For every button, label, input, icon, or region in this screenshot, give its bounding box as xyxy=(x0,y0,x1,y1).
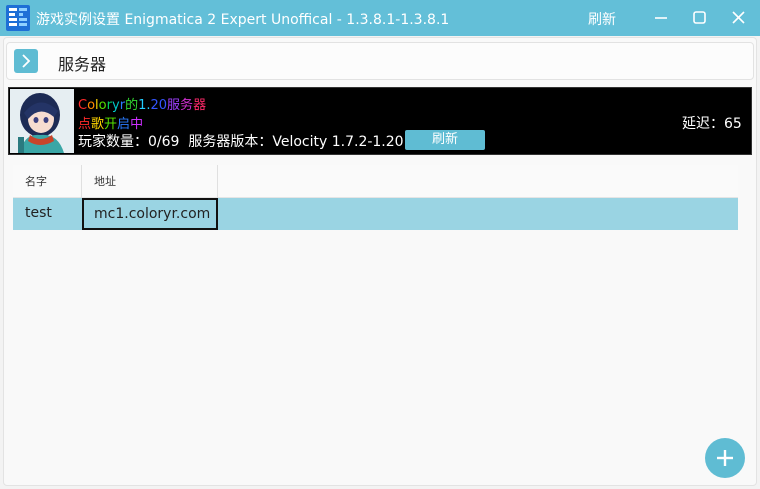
players-label: 玩家数量： xyxy=(78,134,148,150)
add-server-button[interactable] xyxy=(705,438,745,478)
motd-line1-segment: y xyxy=(112,98,120,113)
column-divider[interactable] xyxy=(217,165,218,198)
motd-line2-segment: 开 xyxy=(104,117,118,132)
server-refresh-button[interactable]: 刷新 xyxy=(405,130,485,150)
motd-line2-segment: 启 xyxy=(117,117,131,132)
titlebar-refresh-button[interactable]: 刷新 xyxy=(588,9,616,29)
server-avatar xyxy=(10,89,74,153)
plus-icon xyxy=(717,450,733,466)
chevron-right-icon[interactable] xyxy=(14,49,38,73)
minimize-icon[interactable] xyxy=(650,8,672,28)
close-icon[interactable] xyxy=(728,8,750,28)
version-label: 服务器版本： xyxy=(188,134,273,150)
motd-line2-segment: 点 xyxy=(78,117,92,132)
motd-line1-segment: o xyxy=(87,98,96,113)
motd-line1-segment: 20 xyxy=(150,98,168,113)
motd-line1-segment: o xyxy=(98,98,107,113)
latency-label: 延迟： xyxy=(682,116,724,132)
motd-line1-segment: 服 xyxy=(167,98,181,113)
column-header-address[interactable]: 地址 xyxy=(94,165,116,198)
motd-line1-segment: 务 xyxy=(180,98,194,113)
table-header: 名字 地址 xyxy=(13,165,738,198)
page-title: 服务器 xyxy=(58,55,107,74)
motd-line1-segment: 1. xyxy=(138,98,151,113)
version-value: Velocity 1.7.2-1.20.4 xyxy=(272,134,417,150)
motd-line1-segment: C xyxy=(78,98,88,113)
table-row[interactable]: test mc1.coloryr.com xyxy=(13,198,738,230)
server-info-line: 玩家数量：0/69 服务器版本：Velocity 1.7.2-1.20.4 xyxy=(78,131,417,151)
column-divider[interactable] xyxy=(81,165,82,198)
window-title: 游戏实例设置 Enigmatica 2 Expert Unoffical - 1… xyxy=(36,12,450,28)
server-motd-line2: 点歌开启中 xyxy=(78,113,143,132)
cell-address[interactable]: mc1.coloryr.com xyxy=(82,198,218,230)
nav-bar xyxy=(6,42,754,80)
cell-name[interactable]: test xyxy=(25,205,52,221)
motd-line1-segment: 的 xyxy=(125,98,139,113)
motd-line2-segment: 中 xyxy=(130,117,144,132)
motd-line1-segment: 器 xyxy=(193,98,207,113)
latency-value: 65 xyxy=(724,116,742,132)
latency-readout: 延迟：65 xyxy=(682,113,742,133)
server-motd-line1: Coloryr的1.20服务器 xyxy=(78,94,206,113)
title-bar: 游戏实例设置 Enigmatica 2 Expert Unoffical - 1… xyxy=(0,0,760,36)
app-logo-icon xyxy=(6,5,30,31)
players-value: 0/69 xyxy=(148,134,180,150)
motd-line2-segment: 歌 xyxy=(91,117,105,132)
column-header-name[interactable]: 名字 xyxy=(25,165,47,198)
maximize-icon[interactable] xyxy=(688,8,710,28)
